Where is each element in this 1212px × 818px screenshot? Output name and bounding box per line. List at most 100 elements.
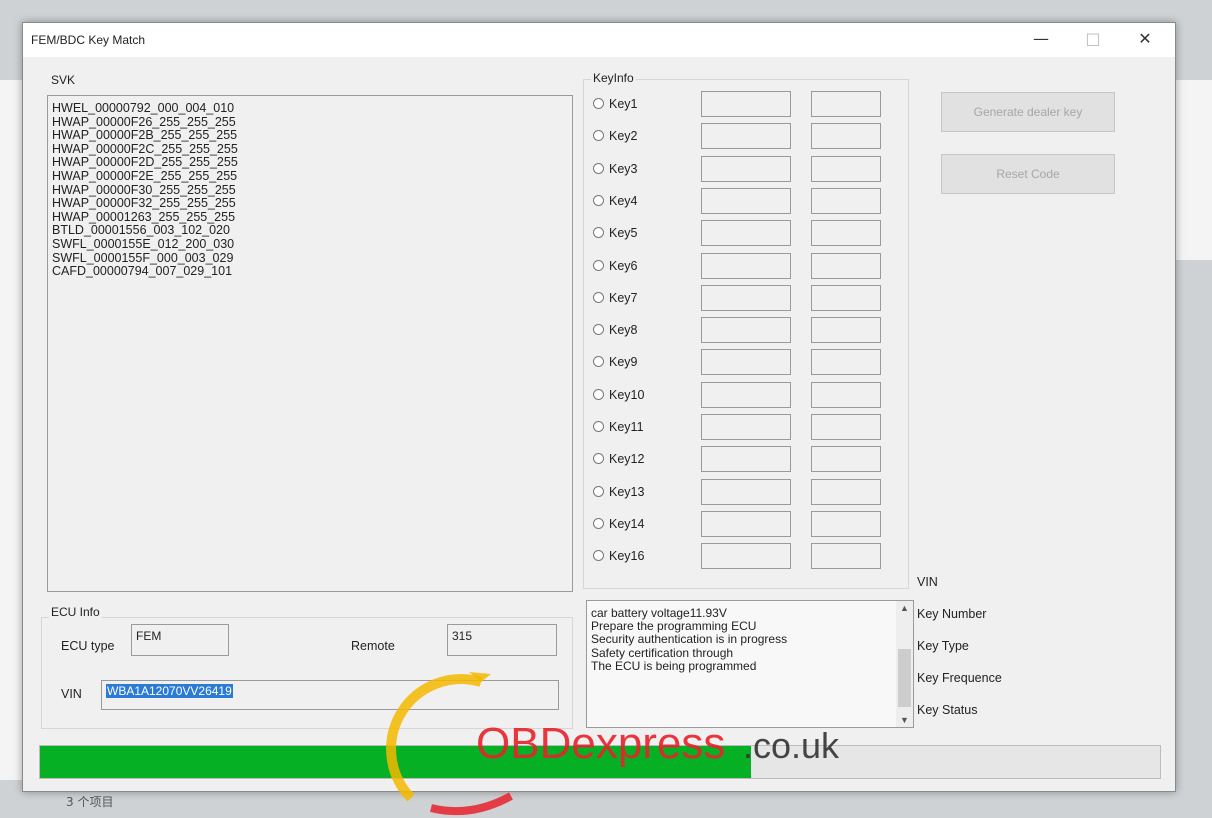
key-row: Key13 [593, 478, 903, 507]
key-radio[interactable] [593, 98, 604, 109]
key-field-2[interactable] [811, 91, 881, 117]
key-detail-label: Key Type [917, 639, 969, 653]
generate-dealer-key-button[interactable]: Generate dealer key [941, 92, 1115, 132]
key-field-2[interactable] [811, 252, 881, 279]
close-button[interactable]: ✕ [1127, 27, 1163, 51]
svk-list-item[interactable]: SWFL_0000155F_000_003_029 [52, 251, 572, 266]
svk-list-item[interactable]: HWAP_00000F26_255_255_255 [52, 115, 572, 130]
vin-field[interactable]: WBA1A12070VV26419 [101, 680, 559, 710]
svk-list-item[interactable]: SWFL_0000155E_012_200_030 [52, 237, 572, 252]
key-label: Key12 [609, 452, 645, 467]
key-radio[interactable] [593, 453, 604, 465]
key-field-1[interactable] [701, 543, 791, 570]
key-field-1[interactable] [701, 414, 791, 440]
key-radio[interactable] [593, 517, 604, 529]
key-label: Key8 [609, 323, 638, 338]
key-field-1[interactable] [701, 510, 791, 537]
key-row: Key7 [593, 284, 903, 313]
key-label: Key16 [609, 549, 645, 564]
key-field-2[interactable] [811, 510, 881, 537]
key-field-2[interactable] [811, 381, 881, 408]
key-field-1[interactable] [701, 284, 791, 311]
ecu-info-label: ECU Info [49, 605, 102, 619]
log-line: Security authentication is in progress [591, 632, 788, 647]
key-field-1[interactable] [701, 317, 791, 344]
key-radio[interactable] [593, 130, 604, 142]
scroll-up-icon[interactable]: ▲ [896, 603, 913, 613]
key-field-2[interactable] [811, 220, 881, 247]
key-field-2[interactable] [811, 317, 881, 344]
key-field-1[interactable] [701, 446, 791, 473]
progress-fill [40, 746, 752, 778]
key-row: Key16 [593, 543, 903, 571]
title-bar: FEM/BDC Key Match — □ ✕ [23, 23, 1175, 57]
key-field-1[interactable] [701, 252, 791, 279]
key-row: Key2 [593, 123, 903, 151]
svk-label: SVK [51, 73, 76, 87]
maximize-button[interactable]: □ [1075, 27, 1111, 51]
svk-list-item[interactable]: HWAP_00000F2E_255_255_255 [52, 169, 572, 184]
key-field-2[interactable] [811, 155, 881, 182]
minimize-button[interactable]: — [1023, 27, 1059, 51]
key-field-2[interactable] [811, 543, 881, 570]
key-field-1[interactable] [701, 187, 791, 214]
key-label: Key10 [609, 387, 645, 402]
key-radio[interactable] [593, 421, 604, 432]
key-row: Key4 [593, 187, 903, 216]
key-detail-label: Key Number [917, 607, 987, 621]
key-radio[interactable] [593, 162, 604, 174]
scroll-down-icon[interactable]: ▼ [896, 715, 913, 725]
svk-list-item[interactable]: HWAP_00000F32_255_255_255 [52, 197, 572, 211]
key-row: Key5 [593, 220, 903, 248]
svk-list-item[interactable]: HWAP_00001263_255_255_255 [52, 210, 572, 225]
key-row: Key9 [593, 349, 903, 377]
key-label: Key9 [609, 355, 638, 370]
key-label: Key11 [609, 420, 644, 434]
key-radio[interactable] [593, 485, 604, 497]
key-field-1[interactable] [701, 91, 791, 117]
key-row: Key6 [593, 252, 903, 281]
remote-label: Remote [351, 639, 395, 653]
svk-list-item[interactable]: HWAP_00000F2C_255_255_255 [52, 142, 572, 157]
key-field-1[interactable] [701, 123, 791, 150]
svk-list-item[interactable]: HWAP_00000F30_255_255_255 [52, 183, 572, 198]
key-field-2[interactable] [811, 123, 881, 150]
background-window-left [0, 80, 22, 780]
key-field-2[interactable] [811, 414, 881, 440]
key-radio[interactable] [593, 194, 604, 206]
svk-list-item[interactable]: HWEL_00000792_000_004_010 [52, 101, 572, 116]
key-radio[interactable] [593, 324, 604, 336]
ecu-type-field[interactable]: FEM [131, 624, 229, 656]
key-field-1[interactable] [701, 349, 791, 376]
svk-list-item[interactable]: HWAP_00000F2B_255_255_255 [52, 129, 572, 143]
key-radio[interactable] [593, 259, 604, 271]
status-log[interactable]: car battery voltage11.93V Prepare the pro… [586, 600, 914, 728]
svk-list-item[interactable]: CAFD_00000794_007_029_101 [52, 265, 572, 279]
key-field-2[interactable] [811, 187, 881, 214]
key-field-1[interactable] [701, 155, 791, 182]
remote-field[interactable]: 315 [447, 624, 557, 656]
svk-list[interactable]: HWEL_00000792_000_004_010 HWAP_00000F26_2… [47, 95, 573, 592]
key-radio[interactable] [593, 227, 604, 239]
key-field-2[interactable] [811, 284, 881, 311]
key-field-2[interactable] [811, 446, 881, 473]
svk-list-item[interactable]: HWAP_00000F2D_255_255_255 [52, 156, 572, 170]
key-label: Key1 [609, 97, 638, 111]
key-field-1[interactable] [701, 478, 791, 505]
background-status-text: 3 个项目 [66, 795, 114, 809]
key-radio[interactable] [593, 550, 604, 562]
key-radio[interactable] [593, 291, 604, 303]
key-field-1[interactable] [701, 381, 791, 408]
key-radio[interactable] [593, 356, 604, 368]
svk-list-item[interactable]: BTLD_00001556_003_102_020 [52, 224, 572, 238]
log-line: The ECU is being programmed [591, 658, 757, 673]
key-row: Key11 [593, 414, 903, 442]
log-scrollbar[interactable]: ▲ ▼ [896, 601, 913, 727]
scroll-thumb[interactable] [898, 649, 911, 707]
key-field-2[interactable] [811, 349, 881, 376]
reset-code-button[interactable]: Reset Code [941, 154, 1115, 194]
key-radio[interactable] [593, 388, 604, 400]
key-field-2[interactable] [811, 478, 881, 505]
key-field-1[interactable] [701, 220, 791, 247]
progress-bar [39, 745, 1161, 779]
